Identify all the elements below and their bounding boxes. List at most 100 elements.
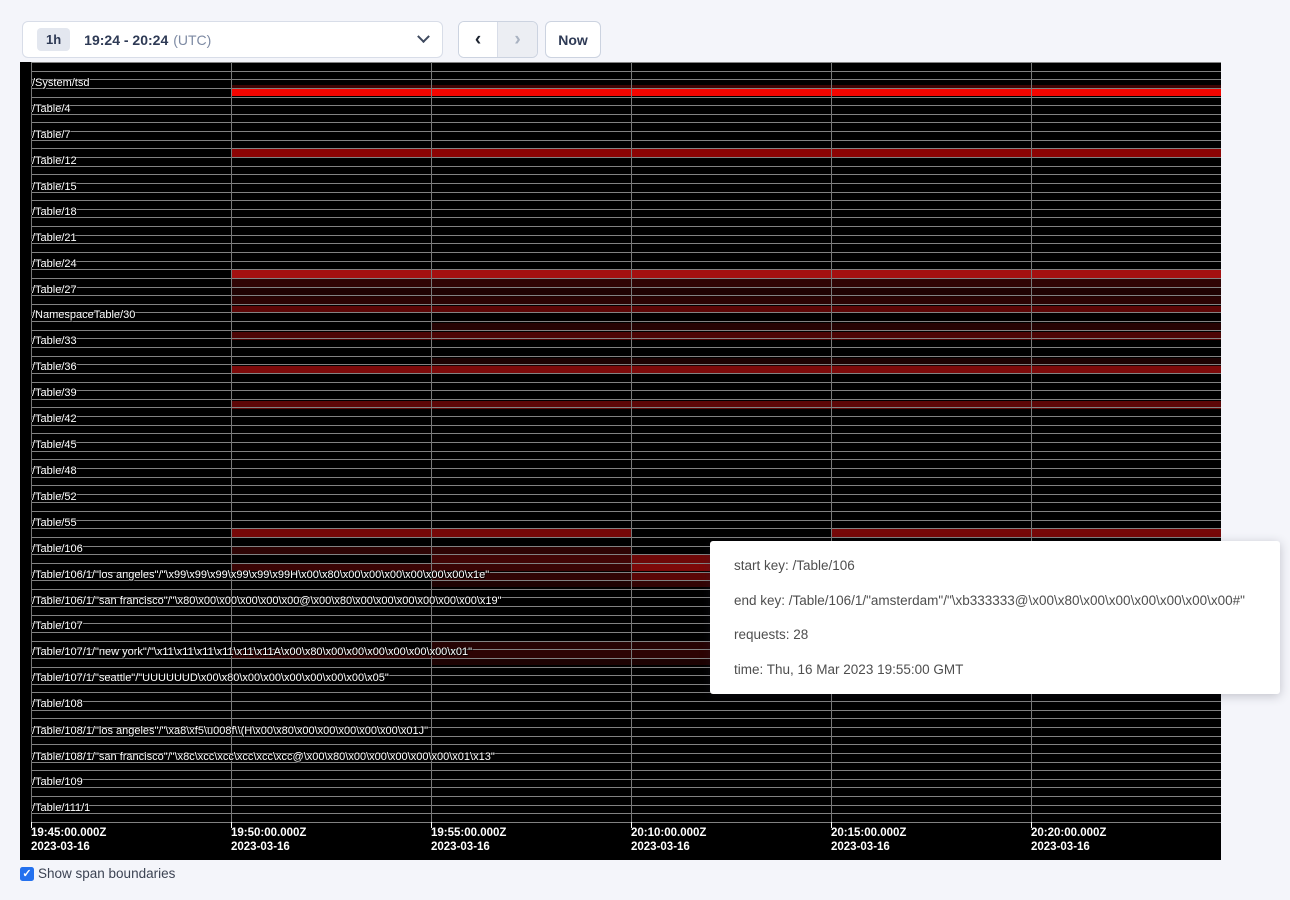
span-boundary-line: [31, 200, 1221, 201]
time-grid-line: [231, 62, 232, 822]
row-label: /Table/106/1/"san francisco"/"\x80\x00\x…: [32, 595, 502, 607]
next-range-button[interactable]: ›: [498, 22, 537, 57]
span-boundary-line: [31, 356, 1221, 357]
range-text: 19:24 - 20:24: [84, 32, 168, 48]
span-boundary-line: [31, 88, 1221, 89]
span-boundary-line: [31, 166, 1221, 167]
x-axis-label: 20:10:00.000Z2023-03-16: [631, 826, 706, 854]
show-span-boundaries-checkbox[interactable]: ✓: [20, 867, 34, 881]
prev-range-button[interactable]: ‹: [459, 22, 498, 57]
span-boundary-line: [31, 364, 1221, 365]
span-boundary-line: [31, 71, 1221, 72]
tooltip-end-key: end key: /Table/106/1/"amsterdam"/"\xb33…: [734, 593, 1256, 608]
row-label: /Table/42: [32, 413, 77, 425]
span-boundary-line: [31, 183, 1221, 184]
span-boundary-line: [31, 235, 1221, 236]
span-boundary-line: [31, 312, 1221, 313]
span-boundary-line: [31, 528, 1221, 529]
span-boundary-line: [31, 399, 1221, 400]
time-range-selector[interactable]: 1h 19:24 - 20:24 (UTC): [22, 21, 443, 58]
span-boundary-line: [31, 330, 1221, 331]
x-axis-label: 19:45:00.000Z2023-03-16: [31, 826, 106, 854]
span-boundary-line: [31, 192, 1221, 193]
row-label: /Table/4: [32, 103, 71, 115]
span-boundary-line: [31, 390, 1221, 391]
heat-band: [231, 270, 1221, 278]
time-grid-line: [831, 62, 832, 822]
heat-band: [831, 529, 1221, 537]
now-button[interactable]: Now: [545, 21, 601, 58]
span-boundary-line: [31, 796, 1221, 797]
span-boundary-line: [31, 347, 1221, 348]
span-boundary-line: [31, 157, 1221, 158]
row-label: /Table/111/1: [32, 802, 90, 814]
show-span-boundaries-label: Show span boundaries: [38, 866, 175, 881]
key-visualizer-page: 1h 19:24 - 20:24 (UTC) ‹ › Now /System/t…: [0, 0, 1290, 900]
row-label: /Table/108: [32, 698, 83, 710]
span-boundary-line: [31, 79, 1221, 80]
row-label: /Table/18: [32, 206, 77, 218]
span-boundary-line: [31, 442, 1221, 443]
span-boundary-line: [31, 416, 1221, 417]
row-label: /Table/45: [32, 439, 77, 451]
span-boundary-line: [31, 770, 1221, 771]
span-boundary-line: [31, 97, 1221, 98]
heat-band: [231, 89, 1221, 97]
span-boundary-line: [31, 105, 1221, 106]
span-boundary-line: [31, 468, 1221, 469]
time-grid-line: [1031, 62, 1032, 822]
row-label: /Table/48: [32, 465, 77, 477]
span-boundary-line: [31, 822, 1221, 823]
row-label: /Table/27: [32, 284, 77, 296]
span-boundary-line: [31, 718, 1221, 719]
span-boundary-line: [31, 114, 1221, 115]
heat-band: [631, 572, 710, 580]
chevron-down-icon: [417, 30, 430, 43]
x-axis-label: 19:55:00.000Z2023-03-16: [431, 826, 506, 854]
range-duration-badge: 1h: [37, 28, 70, 51]
row-label: /Table/21: [32, 232, 77, 244]
row-label: /NamespaceTable/30: [32, 309, 135, 321]
row-label: /Table/107/1/"seattle"/"UUUUUUD\x00\x80\…: [32, 672, 389, 684]
time-grid-line: [631, 62, 632, 822]
heat-band: [631, 555, 710, 563]
x-axis-label: 20:20:00.000Z2023-03-16: [1031, 826, 1106, 854]
heat-band: [431, 641, 710, 649]
span-tooltip: start key: /Table/106 end key: /Table/10…: [710, 541, 1280, 694]
span-boundary-line: [31, 338, 1221, 339]
span-boundary-line: [31, 131, 1221, 132]
tooltip-time: time: Thu, 16 Mar 2023 19:55:00 GMT: [734, 662, 1256, 677]
span-boundary-line: [31, 511, 1221, 512]
span-boundary-line: [31, 295, 1221, 296]
span-boundary-line: [31, 261, 1221, 262]
span-boundary-line: [31, 407, 1221, 408]
range-timezone: (UTC): [173, 32, 211, 48]
span-boundary-line: [31, 304, 1221, 305]
span-boundary-line: [31, 701, 1221, 702]
row-label: /Table/108/1/"los angeles"/"\xa8\xf5\u00…: [32, 725, 428, 737]
tooltip-start-key: start key: /Table/106: [734, 558, 1256, 573]
span-boundary-line: [31, 243, 1221, 244]
span-boundary-line: [31, 148, 1221, 149]
x-axis-label: 19:50:00.000Z2023-03-16: [231, 826, 306, 854]
span-boundary-line: [31, 174, 1221, 175]
span-boundary-line: [31, 373, 1221, 374]
span-boundary-line: [31, 459, 1221, 460]
span-boundary-line: [31, 62, 1221, 63]
span-boundary-line: [31, 494, 1221, 495]
row-label: /Table/52: [32, 491, 77, 503]
heat-band: [231, 149, 1221, 157]
row-label: /Table/7: [32, 129, 71, 141]
heat-band: [631, 563, 710, 571]
row-label: /Table/39: [32, 387, 77, 399]
row-label: /Table/107/1/"new york"/"\x11\x11\x11\x1…: [32, 646, 472, 658]
heat-band: [431, 555, 631, 563]
time-nav-group: ‹ ›: [458, 21, 538, 58]
span-boundary-line: [31, 502, 1221, 503]
heatmap-canvas[interactable]: /System/tsd/Table/4/Table/7/Table/12/Tab…: [20, 62, 1221, 860]
span-boundary-line: [31, 122, 1221, 123]
row-label: /Table/109: [32, 776, 83, 788]
span-boundary-line: [31, 805, 1221, 806]
row-label: /System/tsd: [32, 77, 89, 89]
span-boundary-line: [31, 252, 1221, 253]
